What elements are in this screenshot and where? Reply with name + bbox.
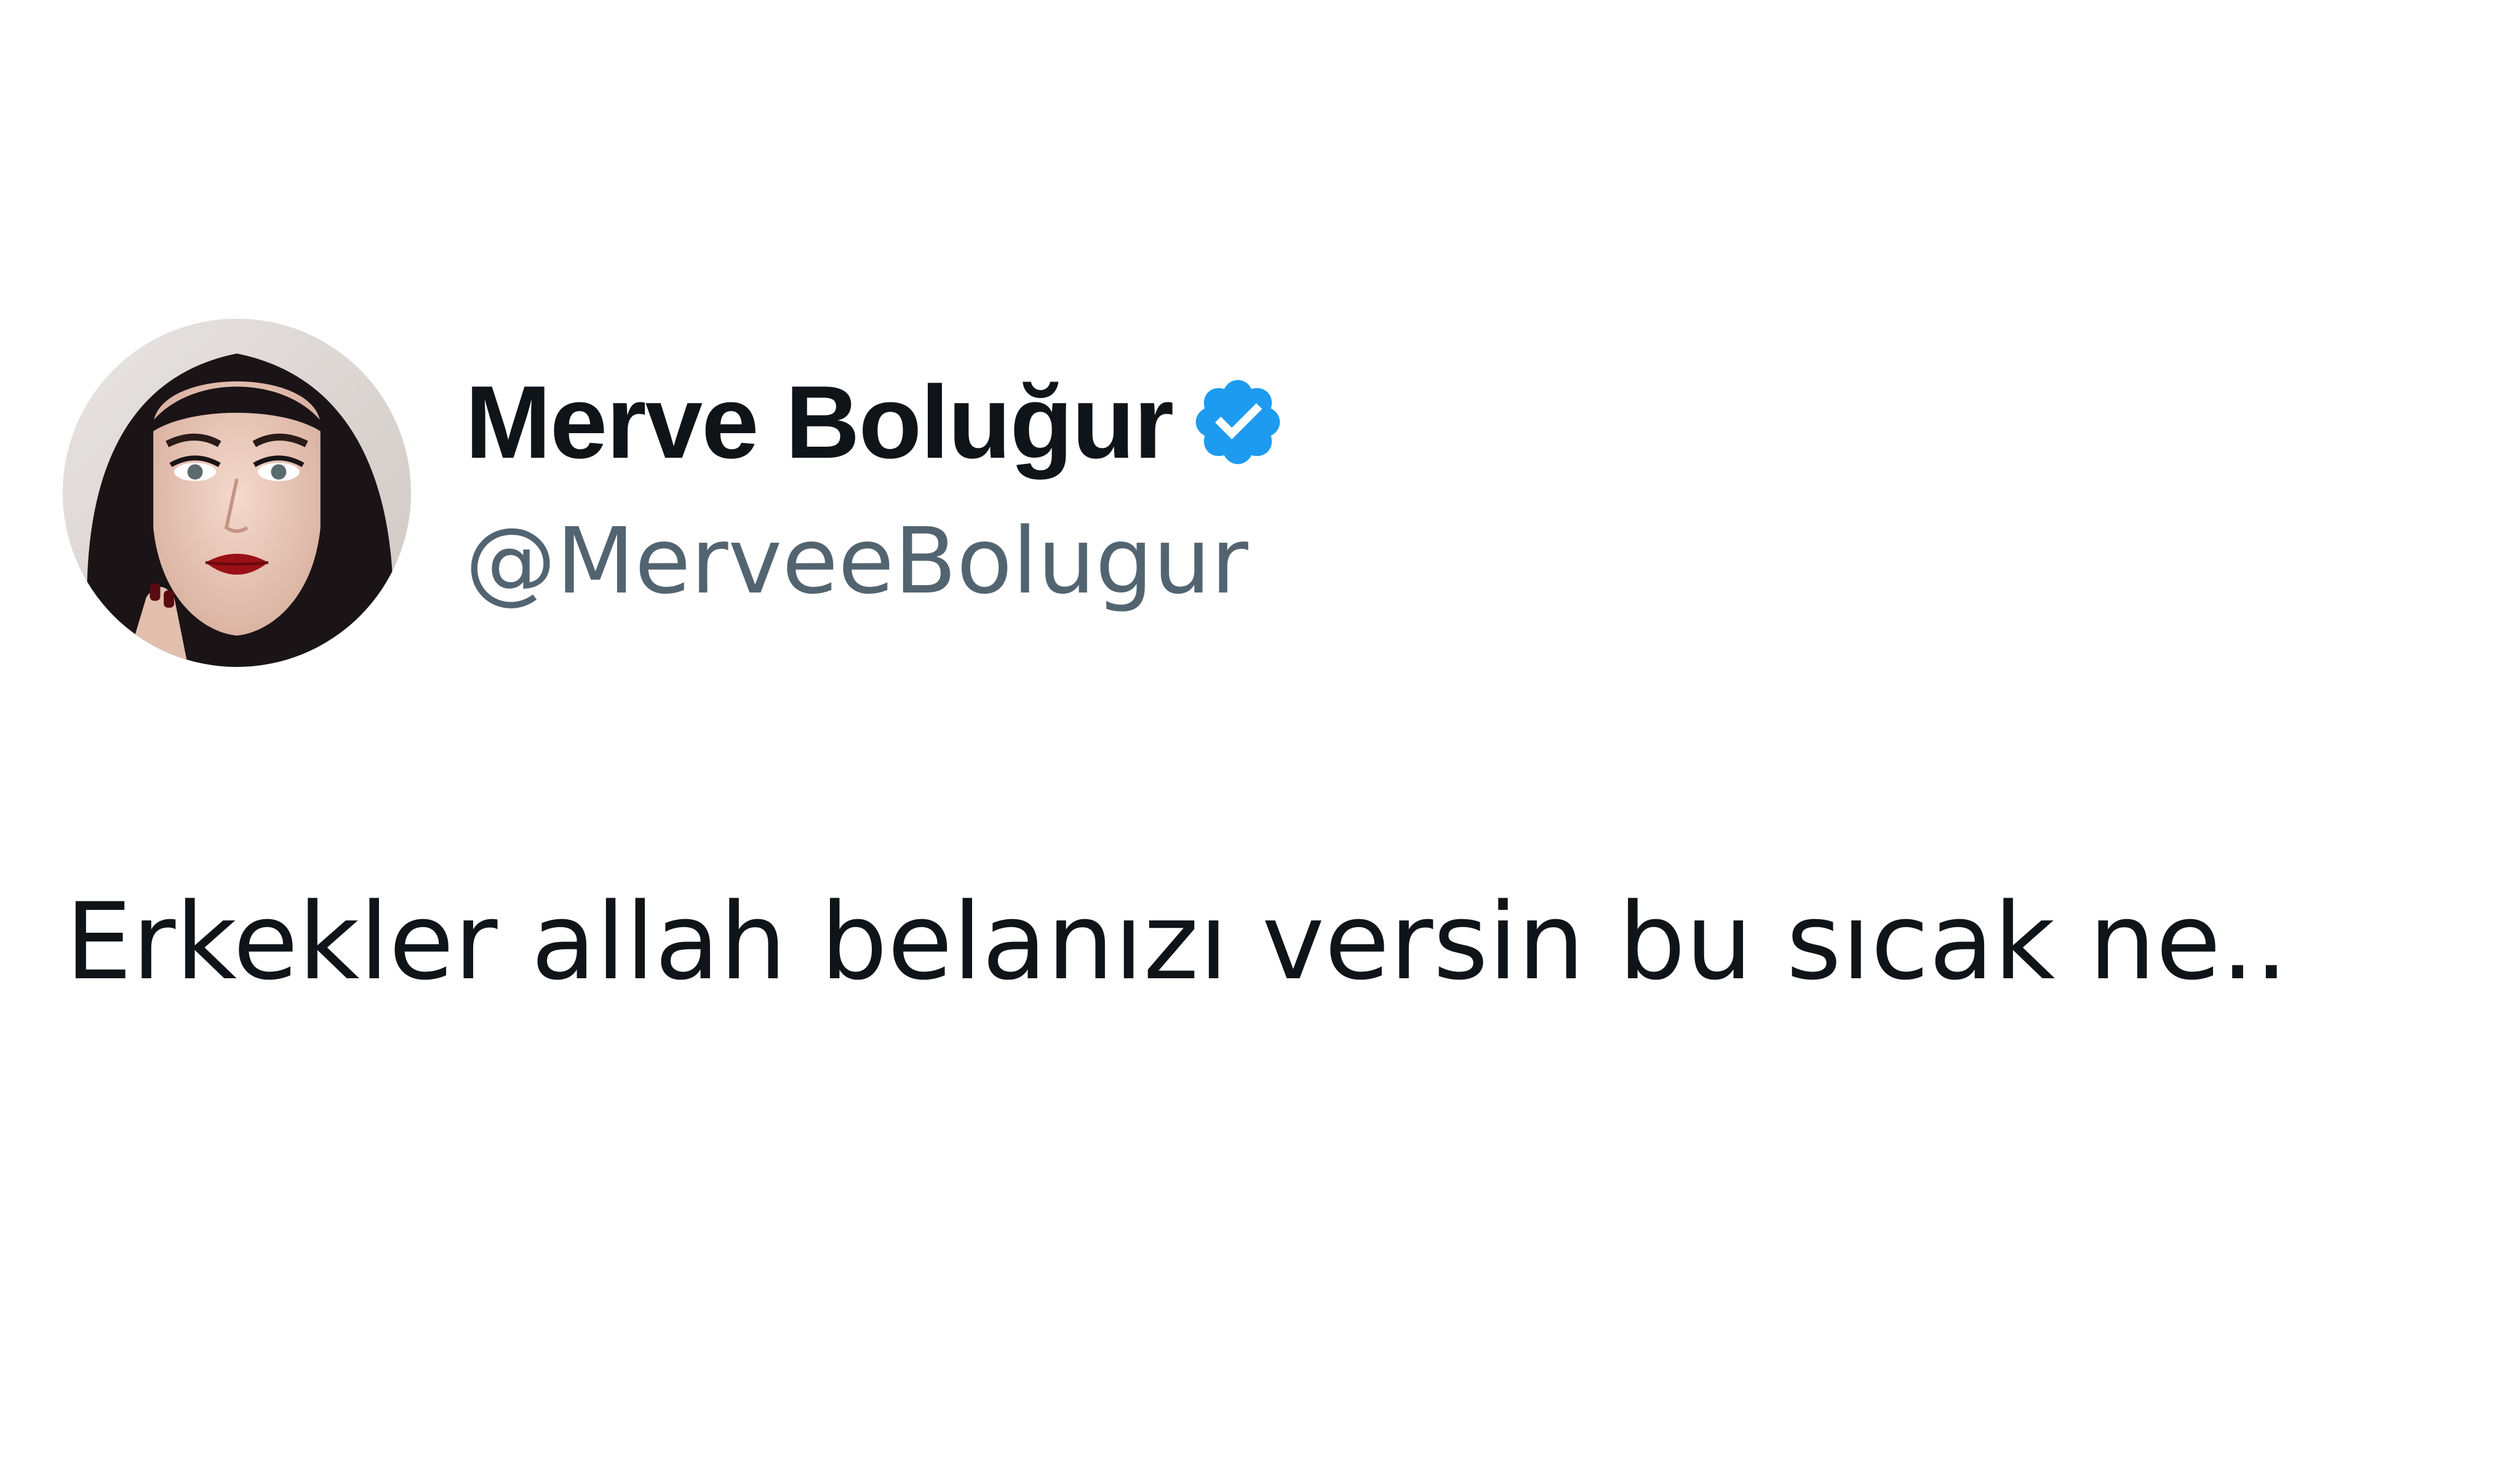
verified-badge-icon — [1189, 373, 1287, 471]
avatar[interactable] — [63, 319, 411, 667]
author-name-row: Merve Boluğur — [465, 361, 1287, 484]
user-handle[interactable]: @MerveeBolugur — [465, 516, 1248, 607]
tweet-card: Merve Boluğur @MerveeBolugur Erkekler al… — [0, 0, 2520, 1484]
tweet-text: Erkekler allah belanızı versin bu sıcak … — [65, 880, 2289, 1003]
display-name[interactable]: Merve Boluğur — [465, 370, 1174, 474]
avatar-image — [63, 319, 411, 667]
